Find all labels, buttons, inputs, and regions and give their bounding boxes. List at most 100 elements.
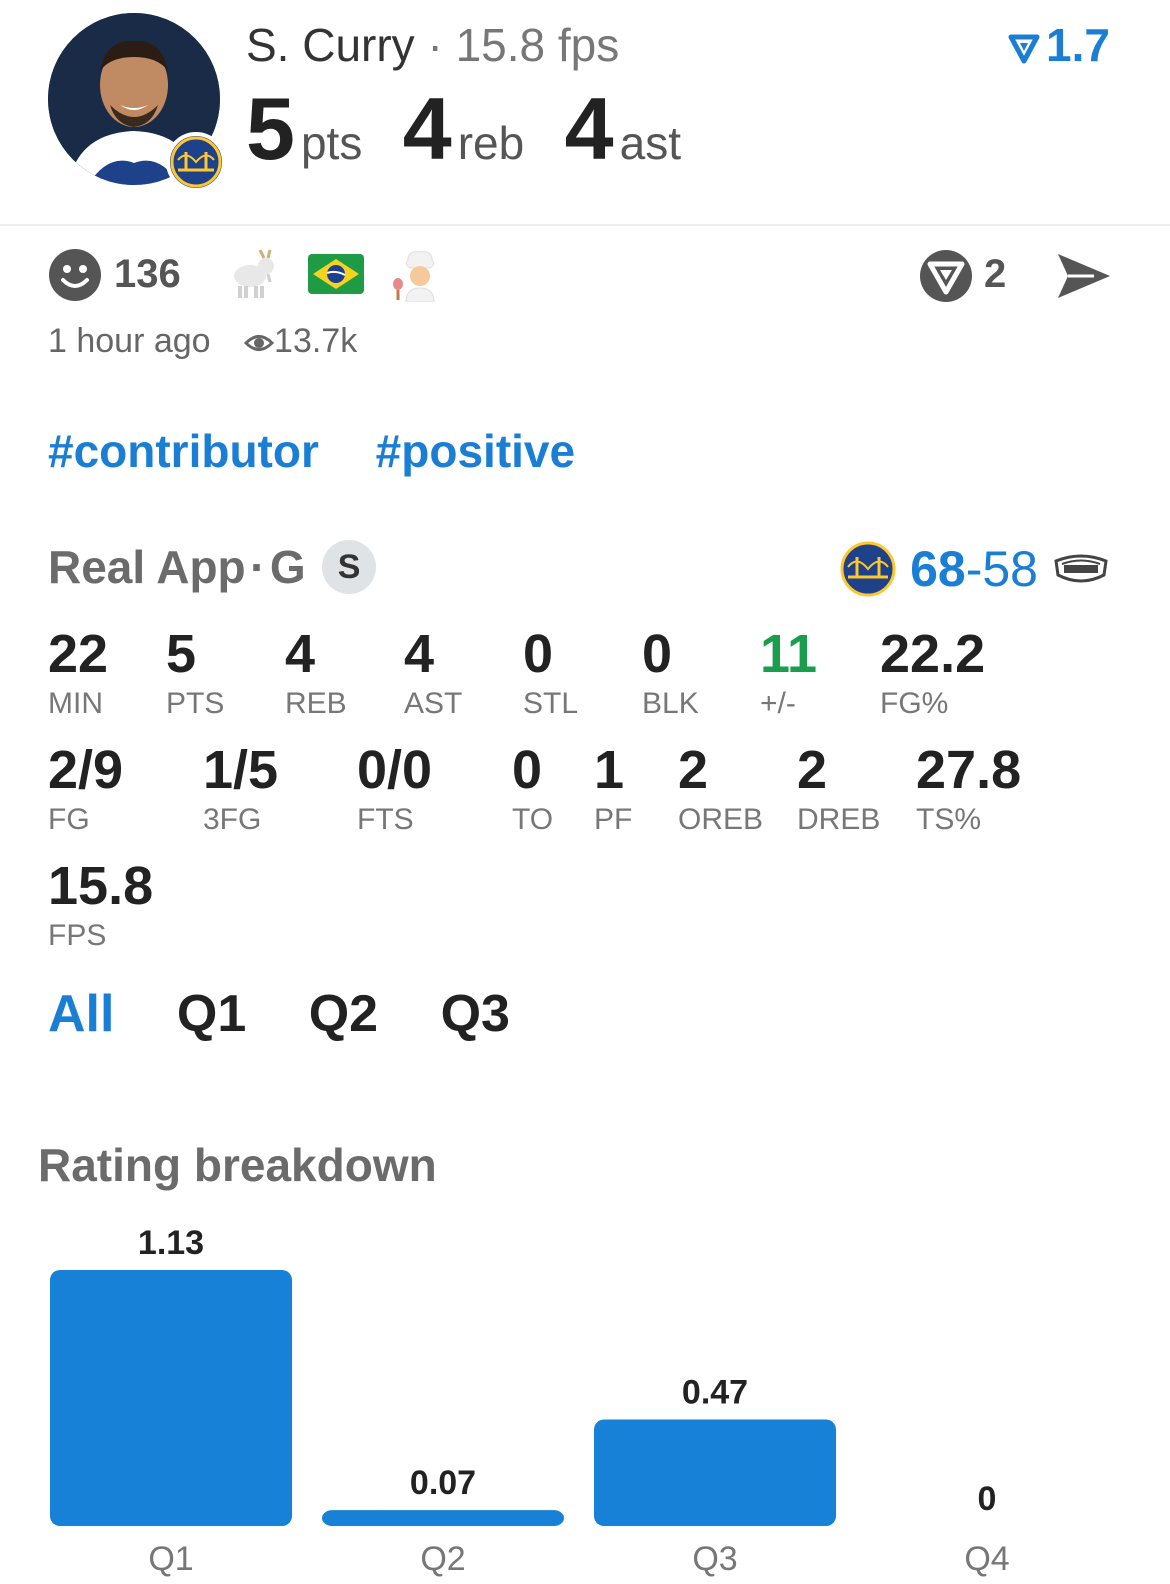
rebounds-value: 4 (402, 79, 452, 178)
smile-icon[interactable] (48, 248, 102, 302)
game-source-row: Real App · G S (48, 540, 377, 594)
bar-category-label: Q2 (420, 1540, 465, 1578)
stat-to: 0 TO (512, 738, 553, 838)
stat-label: MIN (48, 687, 103, 720)
player-name[interactable]: S. Curry (246, 19, 415, 71)
stat-value: 0/0 (357, 740, 433, 800)
quarter-tabs: All Q1 Q2 Q3 (48, 984, 558, 1044)
rating-badge[interactable]: 1.7 (1008, 18, 1110, 72)
bar-q1[interactable] (50, 1270, 292, 1526)
rating-value: 1.7 (1046, 19, 1110, 71)
stat-value: 1 (594, 740, 625, 800)
stat-value: 5 (166, 624, 197, 684)
stat-value: 0 (523, 624, 554, 684)
bar-q2[interactable] (322, 1510, 564, 1526)
player-title-row: S. Curry · 15.8 fps (246, 18, 619, 72)
stat-label: STL (523, 687, 579, 720)
stat-plus-minus: 11 +/- (760, 622, 817, 722)
stat-value: 11 (760, 624, 818, 684)
send-icon[interactable] (1054, 250, 1114, 302)
stat-fts: 0/0 FTS (357, 738, 432, 838)
tag-positive[interactable]: #positive (376, 425, 575, 477)
stat-label: FG% (880, 687, 949, 720)
stat-value: 15.8 (48, 856, 154, 916)
stat-value: 2/9 (48, 740, 124, 800)
tab-q1[interactable]: Q1 (177, 985, 246, 1043)
rating-breakdown-title: Rating breakdown (38, 1139, 437, 1191)
stat-value: 27.8 (916, 740, 1022, 800)
assists-unit: ast (619, 117, 681, 169)
stat-label: BLK (642, 687, 699, 720)
headline-stats: 5 pts 4 reb 4 ast (246, 78, 717, 180)
stat-label: +/- (760, 687, 796, 720)
bar-value-label: 0.07 (410, 1464, 476, 1502)
stat-value: 1/5 (203, 740, 279, 800)
stat-label: PF (594, 803, 633, 836)
bar-value-label: 0 (978, 1480, 997, 1518)
home-score: 68 (910, 541, 966, 597)
points-unit: pts (300, 117, 363, 169)
tag-contributor[interactable]: #contributor (48, 425, 319, 477)
stat-min: 22 MIN (48, 622, 108, 722)
stat-stl: 0 STL (523, 622, 578, 722)
eye-icon (243, 335, 275, 352)
brazil-flag-icon[interactable] (308, 254, 364, 299)
stat-label: REB (285, 687, 347, 720)
assists-value: 4 (564, 79, 614, 178)
post-meta: 1 hour ago 13.7k (48, 322, 357, 361)
stat-label: OREB (678, 803, 764, 836)
post-time: 1 hour ago (48, 322, 211, 360)
stat-label: AST (404, 687, 463, 720)
warriors-logo-icon (840, 541, 896, 597)
stat-value: 0 (642, 624, 673, 684)
spurs-logo-icon (1054, 554, 1108, 583)
stat-oreb: 2 OREB (678, 738, 763, 838)
stat-value: 0 (512, 740, 543, 800)
tab-q3[interactable]: Q3 (441, 985, 510, 1043)
player-header: S. Curry · 15.8 fps 5 pts 4 reb 4 ast 1.7 (0, 0, 1170, 226)
stat-value: 2 (797, 740, 828, 800)
stat-label: FG (48, 803, 90, 836)
stat-value: 2 (678, 740, 709, 800)
stat-label: TO (512, 803, 554, 836)
stat-value: 4 (285, 624, 316, 684)
stat-label: PTS (166, 687, 225, 720)
player-fps: 15.8 fps (455, 19, 620, 71)
player-position: G (269, 541, 306, 593)
view-count: 13.7k (274, 322, 358, 360)
comment-count: 2 (984, 252, 1007, 296)
score-dash: - (965, 541, 983, 597)
separator-dot: · (427, 19, 443, 71)
game-score[interactable]: 68-58 (840, 540, 1110, 598)
stat-3fg: 1/5 3FG (203, 738, 278, 838)
stat-fg-pct: 22.2 FG% (880, 622, 985, 722)
rebounds-unit: reb (457, 117, 525, 169)
chef-icon[interactable] (390, 246, 446, 307)
stat-label: FTS (357, 803, 414, 836)
stat-value: 22.2 (880, 624, 986, 684)
starter-badge: S (322, 540, 377, 594)
stat-ast: 4 AST (404, 622, 462, 722)
goat-icon[interactable] (224, 246, 280, 307)
bar-value-label: 1.13 (138, 1224, 204, 1262)
stat-ts-pct: 27.8 TS% (916, 738, 1021, 838)
stat-label: DREB (797, 803, 881, 836)
stat-fps: 15.8 FPS (48, 854, 153, 954)
bar-category-label: Q3 (692, 1540, 737, 1578)
rating-breakdown-chart: 1.13 Q1 0.07 Q2 0.47 Q3 0 Q4 (50, 1224, 1010, 1578)
tab-q2[interactable]: Q2 (309, 985, 378, 1043)
stat-fg: 2/9 FG (48, 738, 123, 838)
bar-category-label: Q1 (148, 1540, 193, 1578)
source-name[interactable]: Real App (48, 541, 246, 593)
tab-all[interactable]: All (48, 985, 114, 1043)
tag-list: #contributor #positive (48, 424, 619, 478)
warriors-logo-icon (166, 132, 226, 192)
stat-pf: 1 PF (594, 738, 632, 838)
stat-label: FPS (48, 919, 107, 952)
score-text: 68-58 (910, 541, 1038, 597)
bar-q3[interactable] (594, 1419, 836, 1526)
view-count-group: 13.7k (243, 322, 358, 360)
rating-triangle-icon (1008, 34, 1040, 64)
comment-icon[interactable] (918, 248, 974, 304)
smile-count: 136 (114, 252, 181, 296)
